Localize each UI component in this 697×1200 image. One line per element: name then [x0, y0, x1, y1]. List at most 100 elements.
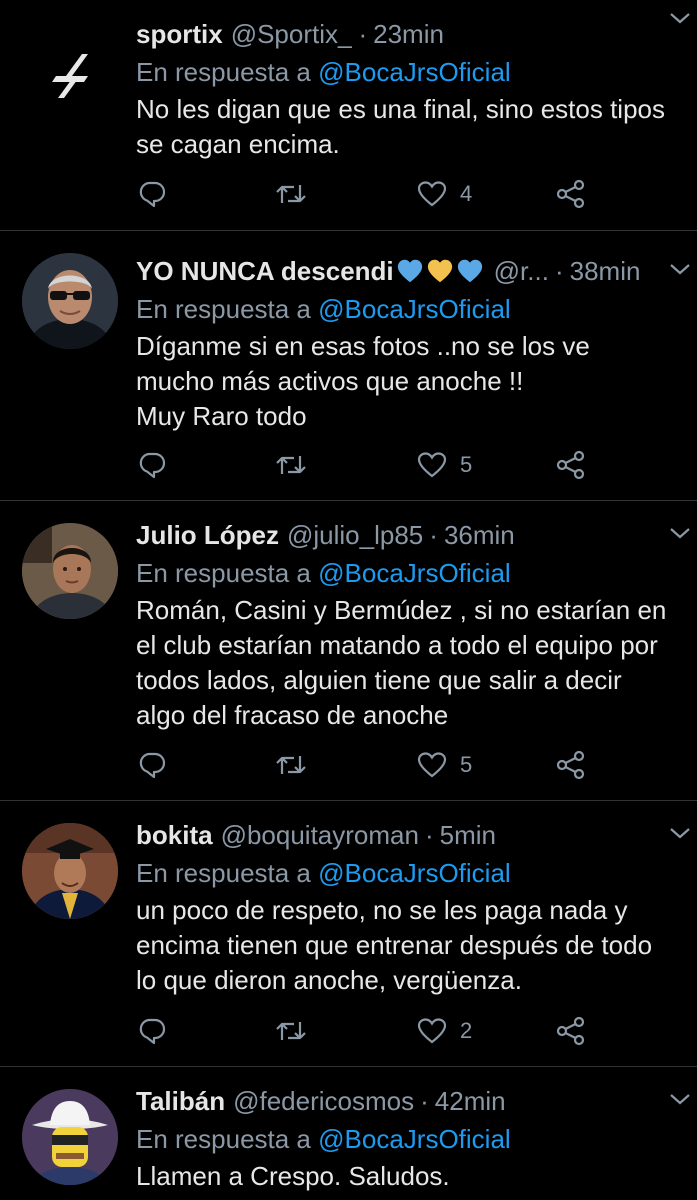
- retweet-icon: [276, 1022, 306, 1040]
- mention-link[interactable]: @BocaJrsOficial: [318, 57, 511, 87]
- share-icon: [556, 450, 585, 480]
- timestamp[interactable]: 23min: [373, 19, 444, 50]
- mention-link[interactable]: @BocaJrsOficial: [318, 294, 511, 324]
- avatar[interactable]: [22, 1089, 118, 1185]
- reply-button[interactable]: [136, 745, 168, 785]
- reply-context: En respuesta a @BocaJrsOficial: [136, 54, 677, 90]
- retweet-icon: [276, 456, 306, 474]
- retweet-button[interactable]: [274, 174, 308, 214]
- reply-prefix: En respuesta a: [136, 57, 311, 87]
- heart-icon: [417, 1018, 447, 1044]
- action-bar: 5: [136, 445, 596, 485]
- reply-icon: [139, 1018, 166, 1045]
- mention-link[interactable]: @BocaJrsOficial: [318, 858, 511, 888]
- reply-context: En respuesta a @BocaJrsOficial: [136, 291, 677, 327]
- action-bar: 2: [136, 1011, 596, 1051]
- retweet-button[interactable]: [274, 445, 308, 485]
- tweet-text: Díganme si en esas fotos ..no se los ve …: [136, 331, 590, 431]
- blue-heart-icon: [397, 259, 422, 283]
- reply-prefix: En respuesta a: [136, 858, 311, 888]
- retweet-icon: [276, 185, 306, 203]
- separator-dot: ·: [554, 255, 564, 286]
- reply-icon: [139, 181, 166, 208]
- tweet-text: un poco de respeto, no se les paga nada …: [136, 895, 653, 995]
- tweet[interactable]: sportix @Sportix_ · 23min En respuesta a…: [0, 0, 697, 230]
- avatar[interactable]: [22, 523, 118, 619]
- heart-icon: [417, 452, 447, 478]
- share-icon: [556, 179, 585, 209]
- tweet[interactable]: Julio López @julio_lp85 · 36min En respu…: [0, 500, 697, 800]
- yellow-heart-icon: [427, 259, 452, 283]
- cartoon-cowboy-icon: [22, 1089, 118, 1185]
- username[interactable]: Talibán: [136, 1086, 225, 1117]
- tweet-text: Llamen a Crespo. Saludos.: [136, 1161, 450, 1191]
- reply-context: En respuesta a @BocaJrsOficial: [136, 555, 677, 591]
- chevron-down-icon[interactable]: [665, 6, 695, 30]
- tweet[interactable]: bokita @boquitayroman · 5min En respuest…: [0, 800, 697, 1066]
- sportix-logo-icon: [52, 54, 88, 98]
- like-button[interactable]: 5: [416, 745, 472, 785]
- tweet-text: No les digan que es una final, sino esto…: [136, 94, 666, 159]
- handle[interactable]: @r...: [494, 256, 549, 287]
- tweet-header: sportix @Sportix_ · 23min: [136, 14, 677, 54]
- graduate-portrait-icon: [22, 823, 118, 919]
- share-button[interactable]: [554, 745, 588, 785]
- man-with-sunglasses-icon: [22, 253, 118, 349]
- chevron-down-icon[interactable]: [665, 1087, 695, 1111]
- blue-heart-icon: [457, 259, 482, 283]
- heart-icon: [417, 181, 447, 207]
- tweet[interactable]: Talibán @federicosmos · 42min En respues…: [0, 1066, 697, 1200]
- chevron-down-icon[interactable]: [665, 521, 695, 545]
- share-button[interactable]: [554, 445, 588, 485]
- share-icon: [556, 750, 585, 780]
- reply-icon: [139, 752, 166, 779]
- reply-context: En respuesta a @BocaJrsOficial: [136, 855, 677, 891]
- like-count: 5: [460, 752, 473, 777]
- like-count: 2: [460, 1018, 473, 1043]
- share-button[interactable]: [554, 1011, 588, 1051]
- reply-button[interactable]: [136, 1011, 168, 1051]
- tweet[interactable]: YO NUNCA descendi @r... · 38min En respu…: [0, 230, 697, 500]
- handle[interactable]: @federicosmos: [233, 1086, 414, 1117]
- like-button[interactable]: 5: [416, 445, 472, 485]
- share-icon: [556, 1016, 585, 1046]
- action-bar: 5: [136, 745, 596, 785]
- chevron-down-icon[interactable]: [665, 257, 695, 281]
- handle[interactable]: @julio_lp85: [287, 520, 423, 551]
- username[interactable]: sportix: [136, 19, 223, 50]
- action-bar: 4: [136, 174, 596, 214]
- tweet-header: YO NUNCA descendi @r... · 38min: [136, 251, 677, 291]
- man-portrait-icon: [22, 523, 118, 619]
- username[interactable]: bokita: [136, 820, 213, 851]
- heart-icon: [417, 752, 447, 778]
- timestamp[interactable]: 36min: [444, 520, 515, 551]
- like-button[interactable]: 2: [416, 1011, 472, 1051]
- separator-dot: ·: [429, 519, 438, 550]
- reply-icon: [139, 452, 166, 479]
- handle[interactable]: @boquitayroman: [221, 820, 419, 851]
- reply-button[interactable]: [136, 174, 168, 214]
- tweet-header: Julio López @julio_lp85 · 36min: [136, 515, 677, 555]
- retweet-button[interactable]: [274, 1011, 308, 1051]
- mention-link[interactable]: @BocaJrsOficial: [318, 1124, 511, 1154]
- reply-prefix: En respuesta a: [136, 1124, 311, 1154]
- reply-prefix: En respuesta a: [136, 558, 311, 588]
- like-button[interactable]: 4: [416, 174, 472, 214]
- username[interactable]: YO NUNCA descendi: [136, 256, 394, 287]
- username[interactable]: Julio López: [136, 520, 279, 551]
- timestamp[interactable]: 5min: [440, 820, 496, 851]
- avatar[interactable]: [22, 823, 118, 919]
- avatar[interactable]: [22, 24, 118, 120]
- chevron-down-icon[interactable]: [665, 821, 695, 845]
- retweet-button[interactable]: [274, 745, 308, 785]
- timestamp[interactable]: 38min: [570, 256, 641, 287]
- share-button[interactable]: [554, 174, 588, 214]
- handle[interactable]: @Sportix_: [231, 19, 353, 50]
- avatar[interactable]: [22, 253, 118, 349]
- reply-button[interactable]: [136, 445, 168, 485]
- timestamp[interactable]: 42min: [435, 1086, 506, 1117]
- mention-link[interactable]: @BocaJrsOficial: [318, 558, 511, 588]
- tweet-header: bokita @boquitayroman · 5min: [136, 815, 677, 855]
- retweet-icon: [276, 756, 306, 774]
- reply-prefix: En respuesta a: [136, 294, 311, 324]
